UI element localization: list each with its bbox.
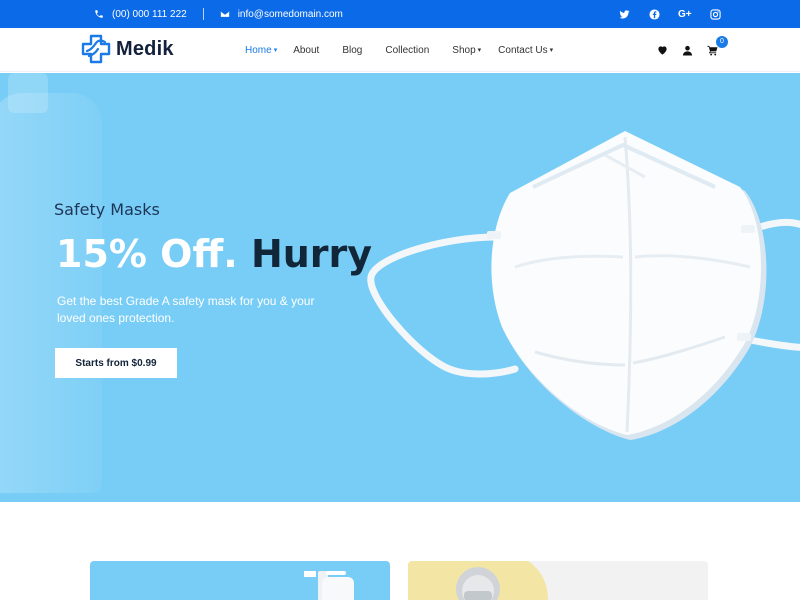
medical-cross-logo-icon xyxy=(81,34,111,64)
nav-label: Shop xyxy=(452,44,476,56)
phone-number: (00) 000 111 222 xyxy=(112,8,187,20)
hero-title-discount: 15% Off. xyxy=(56,232,238,276)
caret-down-icon: ▾ xyxy=(273,47,278,54)
cart-button[interactable]: 0 xyxy=(707,35,728,56)
nav-label: Blog xyxy=(342,44,363,56)
facebook-icon[interactable] xyxy=(648,8,660,20)
envelope-icon xyxy=(220,11,229,17)
sanitizer-bottle-image xyxy=(304,571,354,600)
face-mask-image xyxy=(367,131,800,440)
instagram-icon[interactable] xyxy=(710,8,722,20)
cart-count-badge: 0 xyxy=(716,35,728,48)
nav-label: About xyxy=(293,44,320,56)
hero-banner: Safety Masks 15% Off. Hurry Get the best… xyxy=(0,73,800,502)
nav-item-about[interactable]: About xyxy=(293,45,319,56)
twitter-icon[interactable] xyxy=(618,8,630,20)
main-nav: Home ▾ About Blog Collection Shop ▾ Cont… xyxy=(245,28,553,72)
shop-now-button[interactable]: Starts from $0.99 xyxy=(55,348,177,378)
email-address: info@somedomain.com xyxy=(237,8,343,20)
promo-card-sanitizer[interactable] xyxy=(90,561,390,600)
social-links: G+ xyxy=(618,0,740,28)
caret-down-icon: ▾ xyxy=(477,47,482,54)
logo[interactable]: Medik xyxy=(81,34,174,64)
phone-contact[interactable]: (00) 000 111 222 xyxy=(94,9,187,20)
contact-divider xyxy=(202,8,204,20)
background-bottle-cap xyxy=(8,73,48,113)
nav-item-shop[interactable]: Shop ▾ xyxy=(452,45,481,56)
nav-item-blog[interactable]: Blog xyxy=(342,45,362,56)
email-contact[interactable]: info@somedomain.com xyxy=(220,9,343,20)
caret-down-icon: ▾ xyxy=(549,47,554,54)
hero-title: 15% Off. Hurry xyxy=(56,232,372,276)
phone-icon xyxy=(95,10,103,18)
hero-title-hurry: Hurry xyxy=(250,232,373,276)
protective-gear-image xyxy=(408,561,548,600)
contact-info: (00) 000 111 222 info@somedomain.com xyxy=(94,0,343,28)
header-actions: 0 xyxy=(657,28,728,72)
nav-item-collection[interactable]: Collection xyxy=(385,45,429,56)
hero-description: Get the best Grade A safety mask for you… xyxy=(57,294,315,325)
user-icon[interactable] xyxy=(682,45,693,56)
nav-item-contact-us[interactable]: Contact Us ▾ xyxy=(498,45,553,56)
nav-label: Collection xyxy=(385,44,430,56)
main-header: Medik Home ▾ About Blog Collection Shop … xyxy=(0,28,800,72)
promo-card-protective-gear[interactable] xyxy=(408,561,708,600)
cart-icon xyxy=(707,45,718,56)
heart-icon[interactable] xyxy=(657,45,668,56)
google-plus-icon[interactable]: G+ xyxy=(678,8,692,20)
brand-name: Medik xyxy=(116,37,174,60)
hero-subtitle: Safety Masks xyxy=(54,200,160,219)
top-bar: (00) 000 111 222 info@somedomain.com G+ xyxy=(0,0,800,28)
nav-label: Home xyxy=(245,44,272,56)
nav-label: Contact Us xyxy=(498,44,548,56)
nav-item-home[interactable]: Home ▾ xyxy=(245,45,277,56)
